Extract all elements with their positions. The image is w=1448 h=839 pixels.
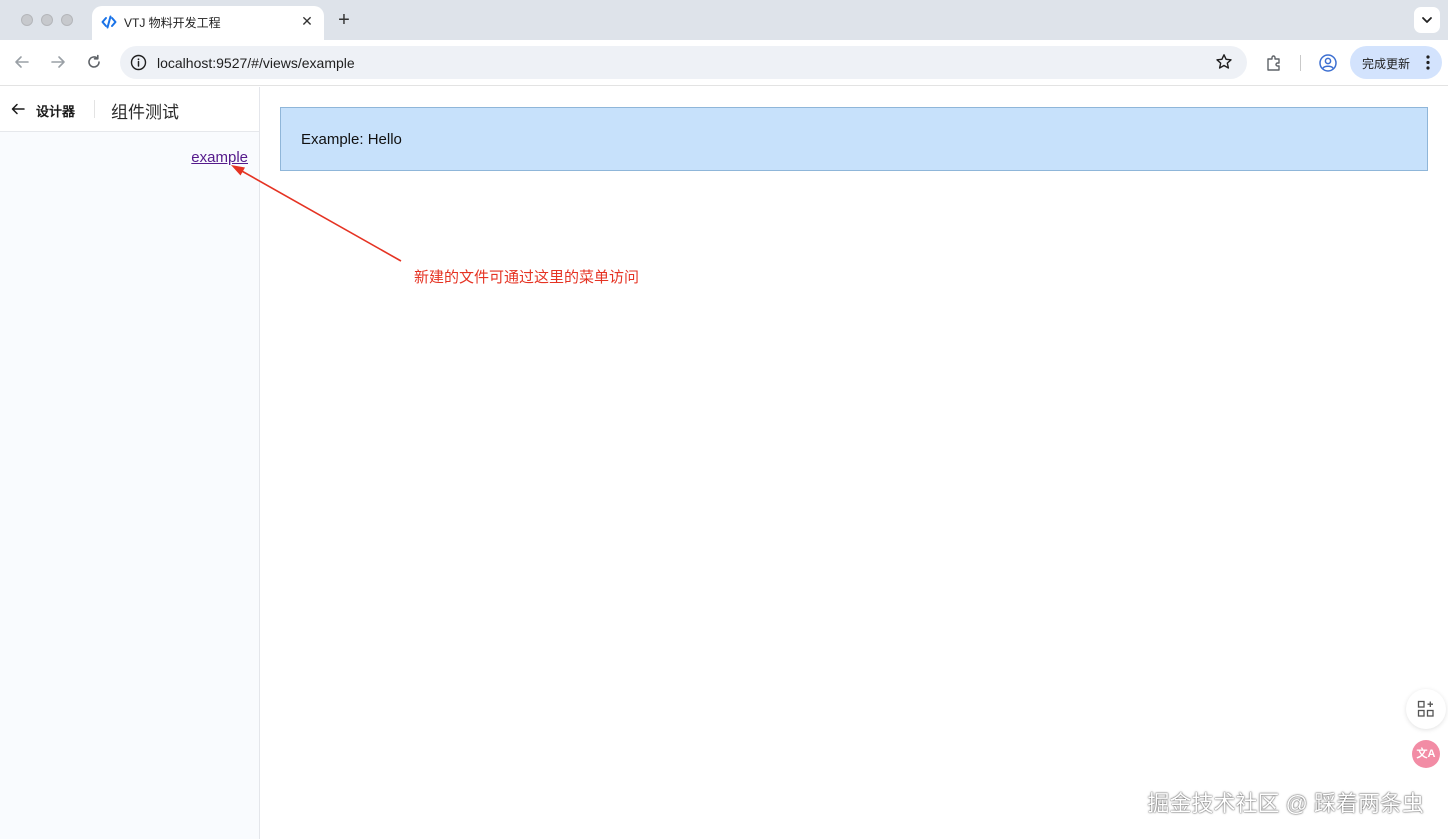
reload-icon[interactable] [84, 52, 104, 72]
sidebar-item-example[interactable]: example [191, 149, 248, 166]
tab-search-button[interactable] [1414, 7, 1440, 33]
update-button[interactable]: 完成更新 [1350, 46, 1442, 79]
tab-strip: VTJ 物料开发工程 ✕ + [0, 0, 1448, 40]
sidebar-header: 设计器 组件测试 [0, 87, 259, 132]
update-button-label: 完成更新 [1362, 57, 1411, 71]
more-vert-icon [1426, 55, 1430, 70]
tab-active[interactable]: VTJ 物料开发工程 ✕ [92, 6, 324, 40]
address-bar[interactable]: localhost:9527/#/views/example [120, 46, 1247, 79]
designer-link[interactable]: 设计器 [36, 101, 75, 120]
tab-title: VTJ 物料开发工程 [124, 16, 221, 30]
minimize-window-button[interactable] [41, 14, 53, 26]
forward-icon[interactable] [48, 52, 68, 72]
chevron-down-icon [1422, 17, 1432, 23]
header-divider [94, 100, 95, 118]
profile-icon[interactable] [1318, 53, 1338, 73]
info-icon[interactable] [130, 54, 147, 71]
close-window-button[interactable] [21, 14, 33, 26]
zoom-window-button[interactable] [61, 14, 73, 26]
page-title: 组件测试 [111, 103, 179, 122]
toolbar-divider [1300, 55, 1301, 71]
example-text: Example: Hello [301, 131, 402, 148]
apps-plus-icon [1417, 700, 1434, 717]
annotation-text: 新建的文件可通过这里的菜单访问 [414, 269, 640, 286]
watermark: 掘金技术社区 @ 踩着两条虫 [1147, 791, 1424, 816]
main-content: Example: Hello [261, 87, 1448, 839]
extensions-icon[interactable] [1264, 53, 1284, 73]
back-arrow-icon[interactable] [10, 101, 26, 117]
apps-button[interactable] [1406, 689, 1446, 729]
browser-toolbar: localhost:9527/#/views/example 完成更新 [0, 40, 1448, 86]
translate-icon[interactable]: 文A [1412, 740, 1440, 768]
new-tab-button[interactable]: + [334, 10, 354, 30]
url-text[interactable]: localhost:9527/#/views/example [157, 55, 355, 71]
star-icon[interactable] [1215, 53, 1233, 71]
tab-close-button[interactable]: ✕ [299, 13, 315, 29]
example-component: Example: Hello [280, 107, 1428, 171]
sidebar: 设计器 组件测试 example [0, 87, 260, 839]
back-icon[interactable] [12, 52, 32, 72]
code-icon [101, 15, 117, 29]
browser-window: VTJ 物料开发工程 ✕ + localhost:9527/#/views/ex… [0, 0, 1448, 839]
